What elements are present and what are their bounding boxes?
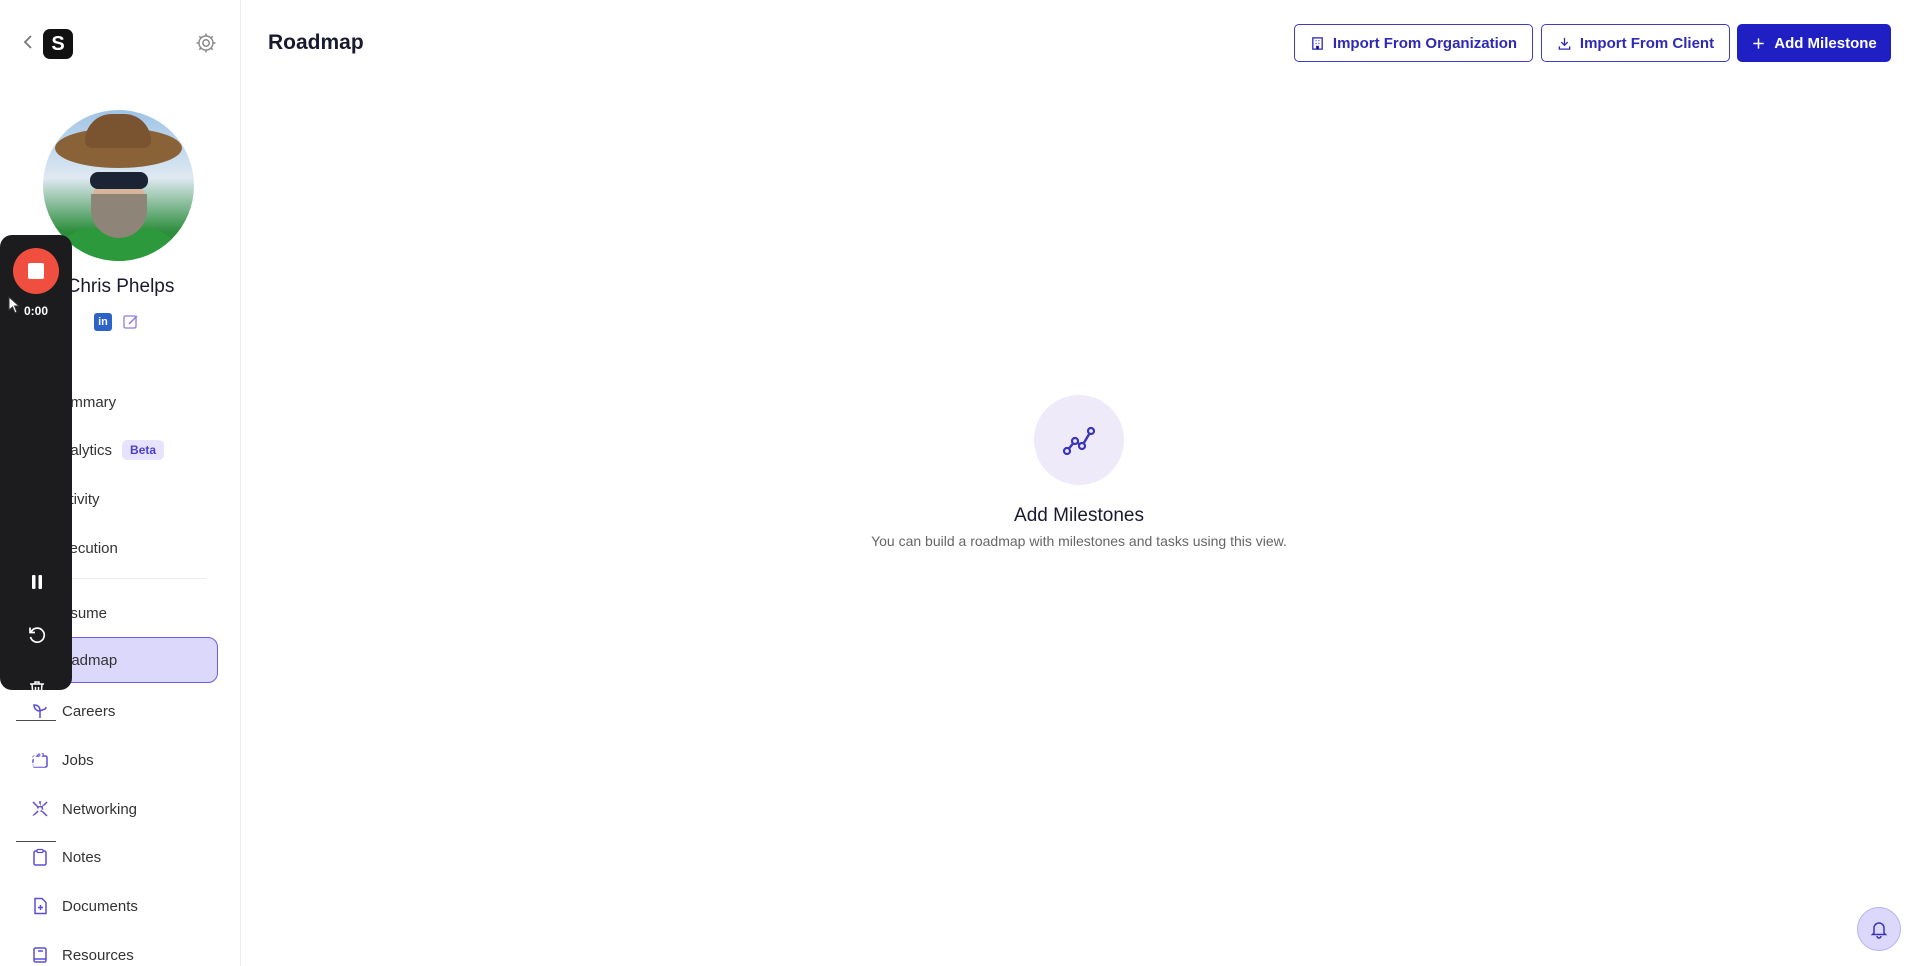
sidebar-item-label: Documents (62, 897, 138, 915)
add-milestone-button[interactable]: Add Milestone (1737, 24, 1891, 62)
restart-button[interactable] (24, 622, 50, 648)
sidebar-item-notes[interactable]: Notes (30, 835, 218, 879)
download-icon (1558, 37, 1571, 50)
sidebar-item-resources[interactable]: Resources (30, 933, 218, 966)
restart-icon (29, 627, 46, 643)
page-title: Roadmap (268, 31, 364, 54)
sidebar-item-label: Networking (62, 800, 138, 818)
profile-actions: in (94, 313, 140, 331)
back-chevron-icon[interactable] (18, 30, 38, 54)
import-from-client-label: Import From Client (1579, 34, 1715, 52)
empty-state-subtitle: You can build a roadmap with milestones … (871, 533, 1287, 549)
sidebar-item-jobs[interactable]: Jobs (30, 738, 218, 782)
notifications-button[interactable] (1857, 907, 1901, 951)
empty-state-title: Add Milestones (1014, 505, 1144, 526)
bell-icon (1870, 922, 1888, 939)
linkedin-icon[interactable]: in (94, 313, 112, 331)
sidebar-item-networking[interactable]: Networking (30, 787, 218, 831)
import-from-organization-button[interactable]: Import From Organization (1294, 24, 1533, 62)
import-from-organization-label: Import From Organization (1332, 34, 1518, 52)
book-icon (30, 945, 50, 965)
building-icon (1312, 36, 1323, 50)
milestones-chart-icon (1034, 395, 1124, 485)
beta-badge: Beta (122, 440, 165, 460)
confetti-icon (28, 803, 46, 820)
camera-button[interactable] (24, 864, 50, 890)
delete-button[interactable] (24, 676, 50, 702)
sidebar-item-careers[interactable]: Careers (30, 689, 218, 733)
sidebar-item-label: Resources (62, 946, 134, 964)
pencil-icon (29, 750, 45, 767)
trash-icon (30, 681, 44, 698)
add-milestone-label: Add Milestone (1774, 34, 1877, 52)
video-camera-icon (27, 871, 47, 883)
mouse-cursor-icon (8, 296, 20, 314)
draw-button[interactable] (24, 744, 50, 770)
sidebar-item-label: Jobs (62, 751, 94, 769)
document-icon (30, 896, 50, 916)
stop-icon (28, 263, 44, 279)
pause-button[interactable] (24, 569, 50, 595)
sidebar-item-documents[interactable]: Documents (30, 884, 218, 928)
app-logo[interactable]: S (43, 29, 73, 59)
edit-profile-icon[interactable] (122, 313, 140, 331)
settings-gear-icon[interactable] (194, 31, 218, 55)
sprout-icon (30, 701, 50, 721)
import-from-client-button[interactable]: Import From Client (1541, 24, 1730, 62)
plus-icon (1753, 37, 1764, 49)
stop-recording-button[interactable] (13, 248, 59, 294)
pause-icon (32, 575, 42, 589)
sidebar-item-label: Careers (62, 702, 116, 720)
effects-button[interactable] (24, 798, 50, 824)
sidebar-item-label: Notes (62, 848, 102, 866)
